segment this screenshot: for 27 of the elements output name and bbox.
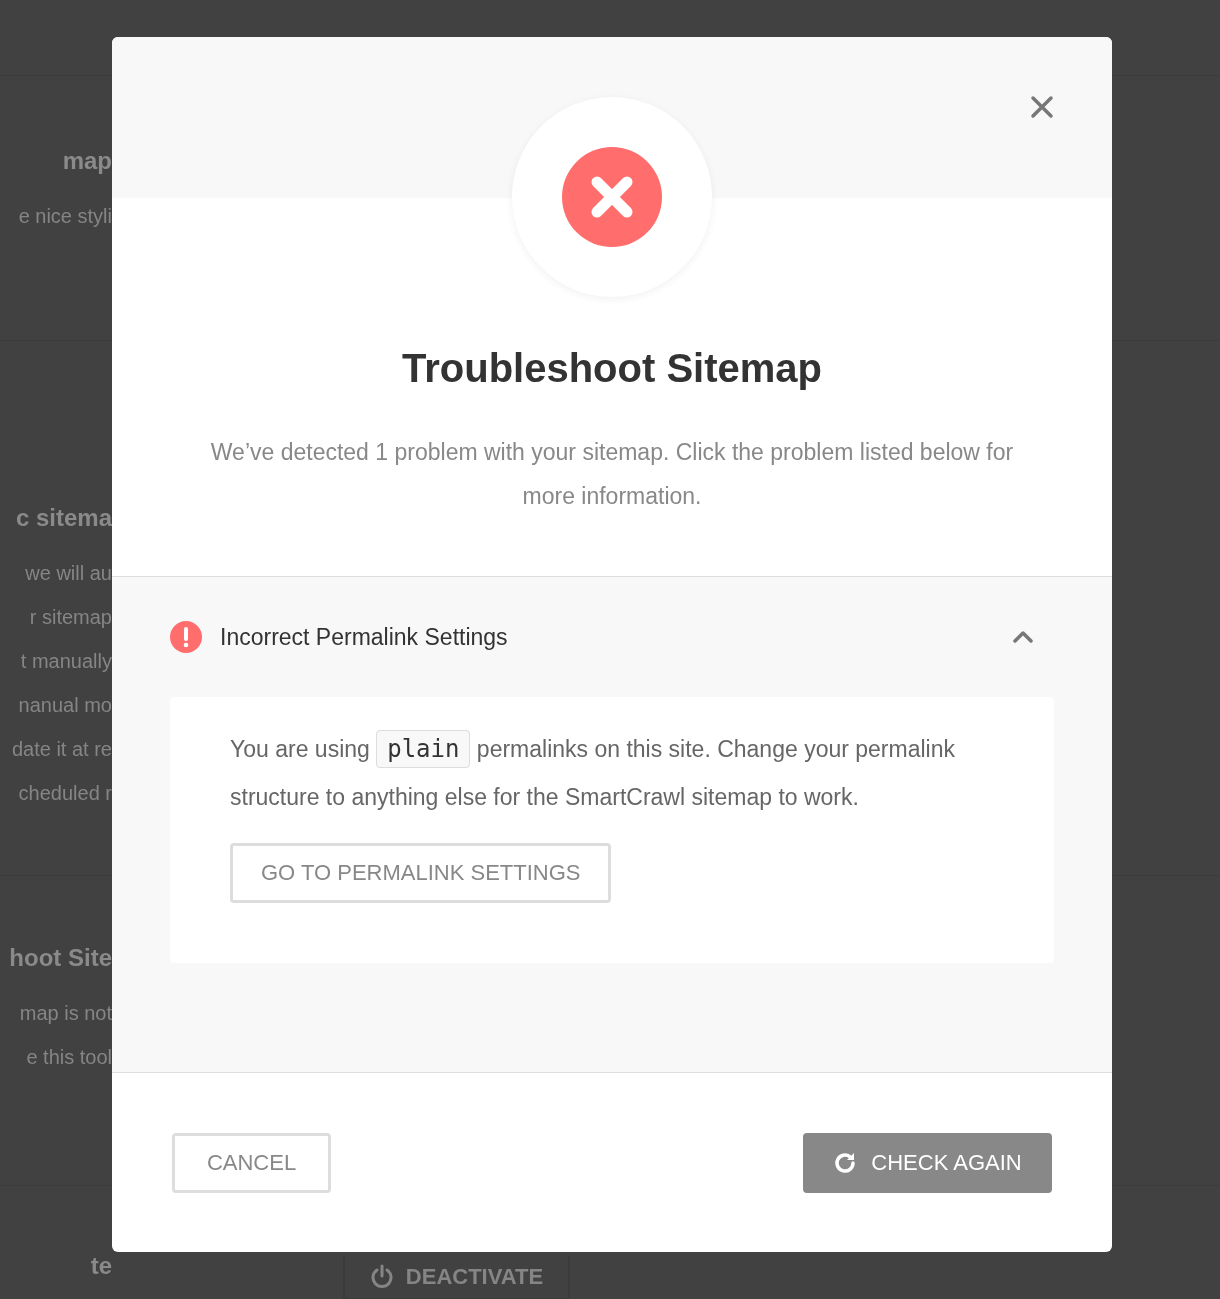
alert-icon: [170, 621, 202, 653]
power-icon: [369, 1264, 394, 1290]
refresh-icon: [833, 1150, 858, 1175]
section-text: nanual mo: [18, 693, 112, 718]
section-text: map is not: [19, 1001, 112, 1026]
dialog-description: We’ve detected 1 problem with your sitemap. Click the problem listed below for more information.: [209, 438, 1015, 511]
section-text: e nice styli: [18, 204, 112, 229]
section-text: date it at re: [11, 737, 112, 762]
section-title: te: [90, 1251, 112, 1281]
chevron-icon[interactable]: [1012, 630, 1034, 644]
section-text: cheduled r: [18, 781, 112, 806]
problem-text: You are using plain permalinks on this site. Change your permalink structure to anything else for the SmartCrawl sitemap to work.: [230, 725, 970, 821]
section-title: c sitema: [15, 503, 112, 533]
permalink-settings-button[interactable]: GO TO PERMALINK SETTINGS: [230, 843, 612, 903]
section-text: we will au: [25, 561, 112, 586]
problem-title[interactable]: Incorrect Permalink Settings: [220, 623, 994, 651]
section-text: e this tool: [26, 1045, 112, 1070]
deactivate-button[interactable]: DEACTIVATE: [343, 1256, 570, 1299]
section-text: t manually: [20, 649, 112, 674]
check-again-button[interactable]: CHECK AGAIN: [803, 1132, 1052, 1193]
section-title: map: [62, 146, 112, 176]
section-text: r sitemap: [29, 605, 112, 630]
close-icon[interactable]: [1030, 95, 1054, 119]
cancel-button[interactable]: CANCEL: [172, 1132, 331, 1193]
error-icon: [562, 147, 662, 247]
dialog-title: Troubleshoot Sitemap: [400, 345, 823, 392]
section-title: hoot Site: [9, 943, 112, 973]
